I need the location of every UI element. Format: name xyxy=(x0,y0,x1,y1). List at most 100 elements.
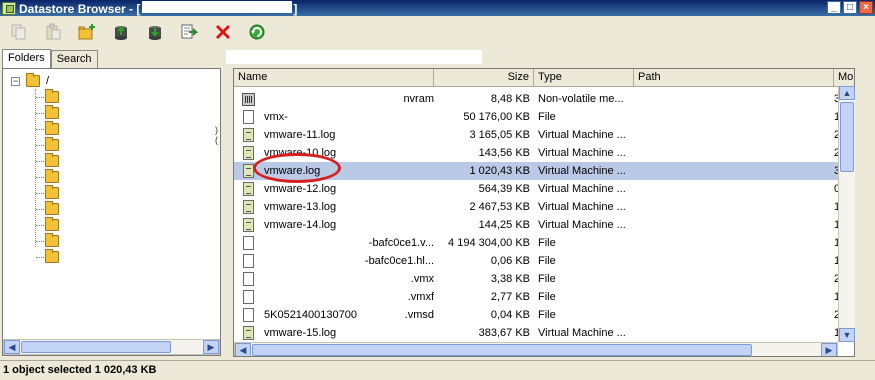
file-row[interactable]: -bafc0ce1.hl...0,06 KBFile15, xyxy=(234,252,854,270)
refresh-button[interactable] xyxy=(244,19,270,45)
tree-folder-item[interactable] xyxy=(45,201,59,217)
tree-folder-item[interactable] xyxy=(45,249,59,265)
file-name: vmware.log xyxy=(262,162,434,180)
scroll-right-icon[interactable]: ▶ xyxy=(203,340,219,354)
upload-icon xyxy=(115,26,127,40)
close-button[interactable]: × xyxy=(859,1,873,14)
file-icon xyxy=(242,110,254,124)
file-size: 3,38 KB xyxy=(490,273,530,285)
refresh-icon xyxy=(249,24,265,40)
delete-button[interactable] xyxy=(210,19,236,45)
download-button[interactable] xyxy=(142,19,168,45)
file-type: Virtual Machine ... xyxy=(538,201,626,213)
tree-partial-label: )( xyxy=(215,125,218,145)
log-icon xyxy=(242,326,254,340)
file-icon xyxy=(242,272,254,286)
file-name-start: vmware.log xyxy=(264,165,321,177)
file-name-start: vmware-14.log xyxy=(264,219,337,231)
maximize-button[interactable]: □ xyxy=(843,1,857,14)
file-row[interactable]: vmware-12.log 564,39 KB Virtual Machine ..… xyxy=(234,180,854,198)
column-header-name[interactable]: Name xyxy=(234,69,434,87)
new-folder-button[interactable] xyxy=(74,19,100,45)
file-name-start: vmware-12.log xyxy=(264,183,337,195)
file-name-end: .vmxf xyxy=(407,291,434,303)
scroll-right-icon[interactable]: ▶ xyxy=(821,343,837,356)
tree-horizontal-scrollbar[interactable]: ◀ ▶ xyxy=(3,339,220,355)
folder-icon xyxy=(45,233,59,247)
list-horizontal-scrollbar[interactable]: ◀ ▶ xyxy=(234,342,838,356)
folder-icon xyxy=(45,217,59,231)
tree-folder-item[interactable] xyxy=(45,185,59,201)
tree-folder-item[interactable] xyxy=(45,217,59,233)
minimize-button[interactable]: _ xyxy=(827,1,841,14)
copy-button[interactable] xyxy=(6,19,32,45)
list-scroll-thumb[interactable] xyxy=(252,344,752,356)
file-row[interactable]: -bafc0ce1.v...4 194 304,00 KBFile15, xyxy=(234,234,854,252)
move-button[interactable] xyxy=(176,19,202,45)
upload-button[interactable] xyxy=(108,19,134,45)
file-size: 144,25 KB xyxy=(478,219,530,231)
file-row[interactable]: .vmxf2,77 KBFile15, xyxy=(234,288,854,306)
file-icon-cell xyxy=(234,326,262,340)
collapse-icon[interactable]: − xyxy=(11,76,20,86)
tree-folder-item[interactable] xyxy=(45,89,59,105)
file-row[interactable]: vmx-50 176,00 KBFile15, xyxy=(234,108,854,126)
file-row[interactable]: vmware.log 1 020,43 KB Virtual Machine ...… xyxy=(234,162,854,180)
file-row[interactable]: vmware-11.log 3 165,05 KB Virtual Machine … xyxy=(234,126,854,144)
file-icon-cell xyxy=(234,272,262,286)
log-icon xyxy=(242,218,254,232)
column-header-path[interactable]: Path xyxy=(634,69,834,87)
file-icon xyxy=(242,290,254,304)
file-row[interactable]: 5K0521400130700.vmsd0,04 KBFile29, xyxy=(234,306,854,324)
file-name-end: -bafc0ce1.hl... xyxy=(364,255,434,267)
tree-folder-item[interactable] xyxy=(45,105,59,121)
scroll-down-icon[interactable]: ▼ xyxy=(839,328,855,342)
scroll-left-icon[interactable]: ◀ xyxy=(235,343,251,356)
file-size: 4 194 304,00 KB xyxy=(448,237,530,249)
tab-search[interactable]: Search xyxy=(50,50,98,68)
file-row[interactable]: vmware-10.log 143,56 KB Virtual Machine ..… xyxy=(234,144,854,162)
file-size: 0,04 KB xyxy=(490,309,530,321)
log-icon xyxy=(242,146,254,160)
tree-folder-item[interactable] xyxy=(45,137,59,153)
file-name-end: nvram xyxy=(403,93,434,105)
delete-icon xyxy=(215,24,231,40)
folder-tree: − / )( ◀ ▶ xyxy=(2,68,221,356)
file-list-header: Name Size Type Path Mo xyxy=(234,69,854,87)
file-icon-cell xyxy=(234,182,262,196)
file-list: Name Size Type Path Mo nvram 8,48 KB Non-v… xyxy=(233,68,855,357)
file-name-start: 5K0521400130700 xyxy=(264,309,357,321)
file-row[interactable]: .vmx3,38 KBFile29, xyxy=(234,270,854,288)
file-size: 50 176,00 KB xyxy=(463,111,530,123)
file-row[interactable]: vmware-14.log 144,25 KB Virtual Machine ..… xyxy=(234,216,854,234)
folder-icon xyxy=(45,201,59,215)
scroll-up-icon[interactable]: ▲ xyxy=(839,86,855,100)
column-header-size[interactable]: Size xyxy=(434,69,534,87)
left-panel-tabs: Folders Search xyxy=(2,49,98,68)
file-name-end: .vmx xyxy=(410,273,434,285)
file-name-start: vmware-15.log xyxy=(264,327,337,339)
file-row[interactable]: vmware-15.log 383,67 KB Virtual Machine ..… xyxy=(234,324,854,342)
tree-root-label: / xyxy=(46,75,50,87)
tree-folder-item[interactable] xyxy=(45,121,59,137)
tree-root[interactable]: − / xyxy=(11,73,49,89)
folder-open-icon xyxy=(26,73,40,87)
file-icon-cell xyxy=(234,254,262,268)
tree-scroll-thumb[interactable] xyxy=(21,341,171,353)
paste-button[interactable] xyxy=(40,19,66,45)
tab-folders[interactable]: Folders xyxy=(2,49,51,68)
tree-folder-item[interactable] xyxy=(45,169,59,185)
file-row[interactable]: nvram8,48 KBNon-volatile me...30, xyxy=(234,90,854,108)
list-vertical-scrollbar[interactable]: ▲ ▼ xyxy=(838,86,855,342)
file-size: 2,77 KB xyxy=(490,291,530,303)
file-name-end: -bafc0ce1.v... xyxy=(368,237,434,249)
list-vscroll-thumb[interactable] xyxy=(840,102,854,172)
tree-folder-item[interactable] xyxy=(45,153,59,169)
column-header-modified[interactable]: Mo xyxy=(834,69,854,87)
file-icon-cell xyxy=(234,128,262,142)
column-header-type[interactable]: Type xyxy=(534,69,634,87)
tree-folder-item[interactable] xyxy=(45,233,59,249)
file-row[interactable]: vmware-13.log 2 467,53 KB Virtual Machine … xyxy=(234,198,854,216)
file-size: 3 165,05 KB xyxy=(469,129,530,141)
scroll-left-icon[interactable]: ◀ xyxy=(4,340,20,354)
